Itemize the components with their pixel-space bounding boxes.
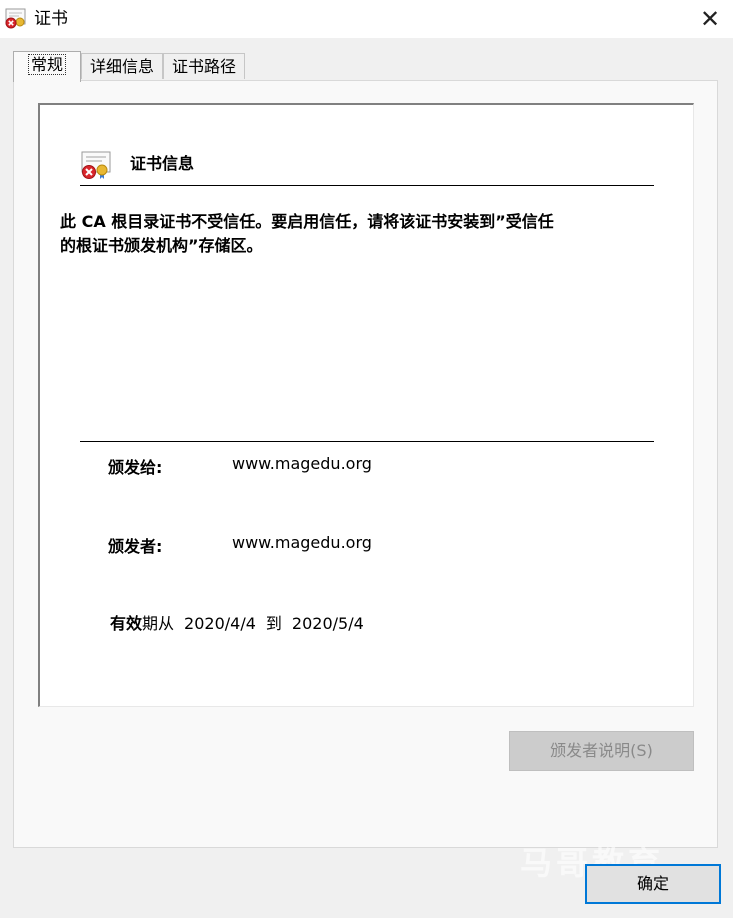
certificate-error-icon [81,151,111,179]
issuer-statement-button[interactable]: 颁发者说明(S) [509,731,694,771]
close-icon: ✕ [699,5,721,33]
title-bar: 证书 ✕ [0,0,733,38]
valid-from: 2020/4/4 [184,614,256,633]
issued-by-label: 颁发者: [108,537,163,556]
valid-label-rest: 期从 [142,614,175,633]
tab-general[interactable]: 常规 [13,51,81,82]
valid-to-word: 到 [265,614,282,633]
issued-by-value: www.magedu.org [232,533,372,552]
divider [80,441,654,442]
divider [80,185,654,186]
certificate-error-icon [5,8,26,29]
close-button[interactable]: ✕ [687,0,733,38]
info-title: 证书信息 [130,154,195,173]
certificate-info-box: 证书信息 此 CA 根目录证书不受信任。要启用信任，请将该证书安装到”受信任 的… [38,103,694,707]
tab-certification-path[interactable]: 证书路径 [163,53,245,79]
ok-button[interactable]: 确定 [585,864,721,904]
validity-period: 有效期从 2020/4/4 到 2020/5/4 [110,610,364,634]
valid-label-bold: 有效 [110,614,143,633]
window-title: 证书 [34,9,68,29]
tab-details[interactable]: 详细信息 [81,53,163,79]
issued-to-value: www.magedu.org [232,454,372,473]
valid-to: 2020/5/4 [291,614,364,633]
issued-to-label: 颁发给: [108,458,163,477]
trust-warning: 此 CA 根目录证书不受信任。要启用信任，请将该证书安装到”受信任 的根证书颁发… [60,212,554,255]
